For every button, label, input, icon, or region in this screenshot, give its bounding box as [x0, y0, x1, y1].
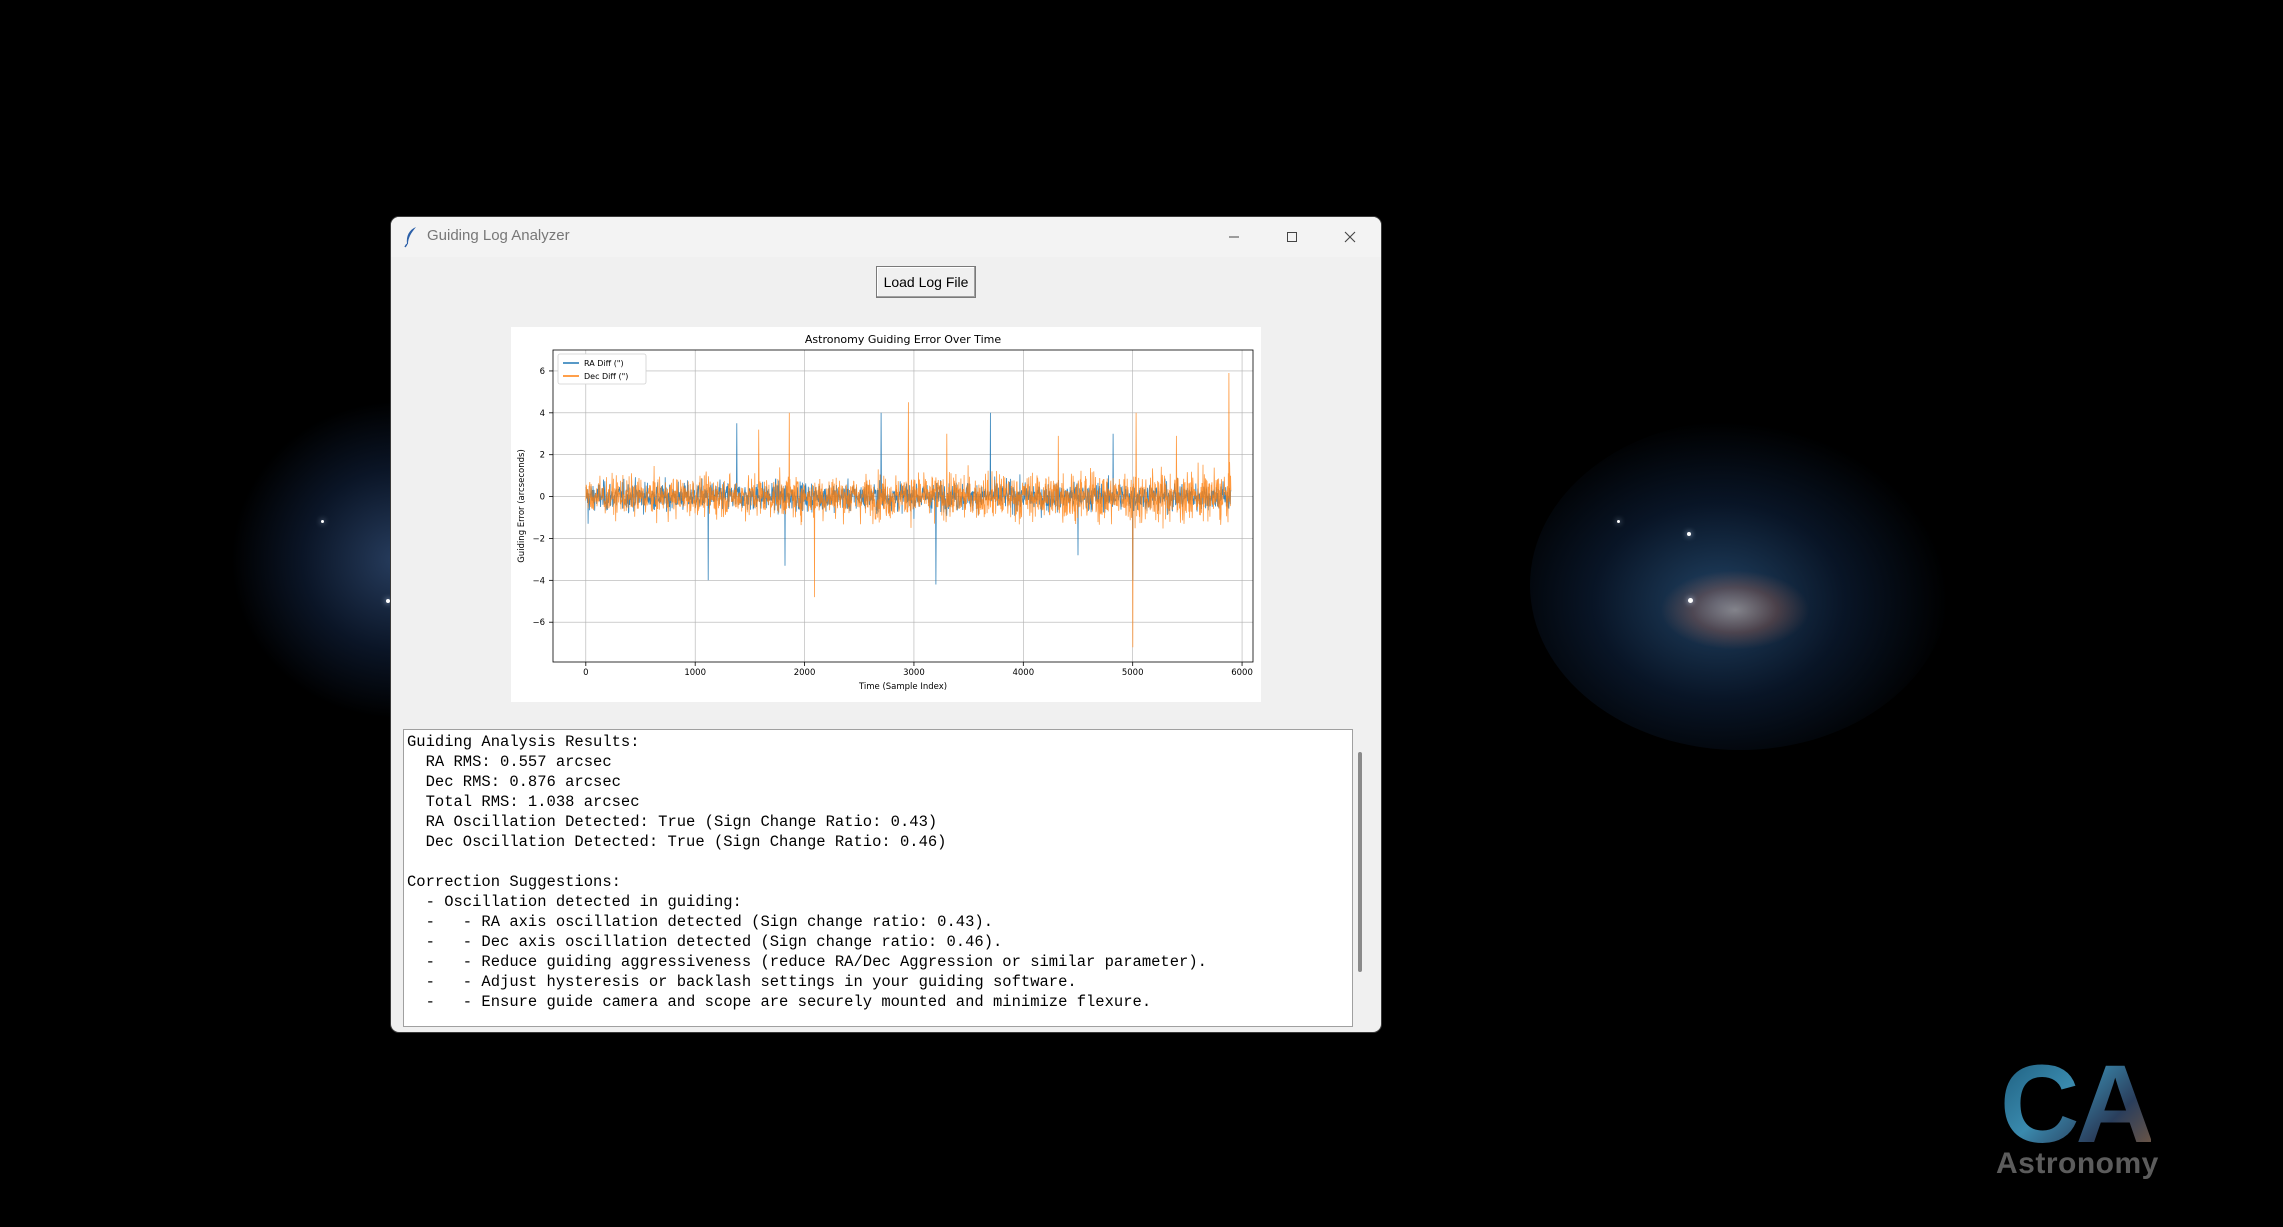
results-line: RA Oscillation Detected: True (Sign Chan… [407, 813, 938, 831]
minimize-icon [1229, 236, 1239, 238]
app-window: Guiding Log Analyzer Load Log File Astro… [391, 217, 1381, 1032]
results-line: - - RA axis oscillation detected (Sign c… [407, 913, 993, 931]
x-tick-label: 4000 [1012, 668, 1034, 678]
results-line: - - Adjust hysteresis or backlash settin… [407, 973, 1077, 991]
x-tick-label: 5000 [1122, 668, 1144, 678]
star [1687, 532, 1691, 536]
results-line [407, 852, 1352, 872]
y-tick-label: −6 [532, 618, 545, 628]
results-line: - - Dec axis oscillation detected (Sign … [407, 933, 1003, 951]
chart-legend: RA Diff (") Dec Diff (") [557, 353, 647, 385]
results-line: - - Reduce guiding aggressiveness (reduc… [407, 953, 1207, 971]
maximize-icon [1287, 232, 1297, 242]
results-line: - - Ensure guide camera and scope are se… [407, 993, 1152, 1011]
guiding-error-chart: Astronomy Guiding Error Over Time 0 1000 2… [511, 327, 1261, 702]
results-line: Dec RMS: 0.876 arcsec [407, 773, 621, 791]
results-line: Correction Suggestions: [407, 873, 621, 891]
results-line: Total RMS: 1.038 arcsec [407, 793, 640, 811]
y-tick-label: 6 [540, 367, 545, 377]
feather-icon [403, 226, 419, 248]
chart-svg: Astronomy Guiding Error Over Time 0 1000 2… [511, 327, 1261, 702]
legend-label-dec: Dec Diff (") [584, 372, 628, 381]
maximize-button[interactable] [1263, 217, 1321, 257]
y-tick-label: 0 [540, 493, 545, 503]
load-log-file-button[interactable]: Load Log File [876, 266, 976, 298]
x-tick-label: 6000 [1231, 668, 1253, 678]
window-title: Guiding Log Analyzer [427, 227, 570, 244]
y-axis-label: Guiding Error (arcseconds) [517, 449, 527, 563]
logo-letters: CA [2000, 1043, 2155, 1166]
star [386, 599, 390, 603]
results-line: Dec Oscillation Detected: True (Sign Cha… [407, 833, 947, 851]
y-tick-label: 4 [540, 409, 545, 419]
y-tick-label: 2 [540, 451, 545, 461]
y-tick-label: −2 [532, 534, 545, 544]
chart-title: Astronomy Guiding Error Over Time [805, 333, 1001, 346]
close-icon [1344, 231, 1356, 243]
star [1617, 520, 1620, 523]
x-axis-label: Time (Sample Index) [858, 682, 947, 692]
x-tick-label: 3000 [903, 668, 925, 678]
results-line: Guiding Analysis Results: [407, 733, 640, 751]
title-bar[interactable]: Guiding Log Analyzer [391, 217, 1381, 257]
x-tick-label: 0 [583, 668, 588, 678]
nebula-right-core [1660, 570, 1810, 650]
y-tick-label: −4 [532, 576, 545, 586]
x-tick-label: 2000 [794, 668, 816, 678]
x-tick-label: 1000 [684, 668, 706, 678]
results-line: RA RMS: 0.557 arcsec [407, 753, 612, 771]
ca-astronomy-logo: CA Astronomy [1990, 1043, 2190, 1181]
results-textbox[interactable]: Guiding Analysis Results: RA RMS: 0.557 … [403, 729, 1353, 1027]
results-line: - Oscillation detected in guiding: [407, 893, 742, 911]
minimize-button[interactable] [1205, 217, 1263, 257]
close-button[interactable] [1321, 217, 1379, 257]
star [321, 520, 324, 523]
star [1688, 598, 1693, 603]
legend-label-ra: RA Diff (") [584, 359, 624, 368]
logo-word: Astronomy [1996, 1147, 2159, 1180]
results-scrollbar[interactable] [1358, 752, 1362, 972]
